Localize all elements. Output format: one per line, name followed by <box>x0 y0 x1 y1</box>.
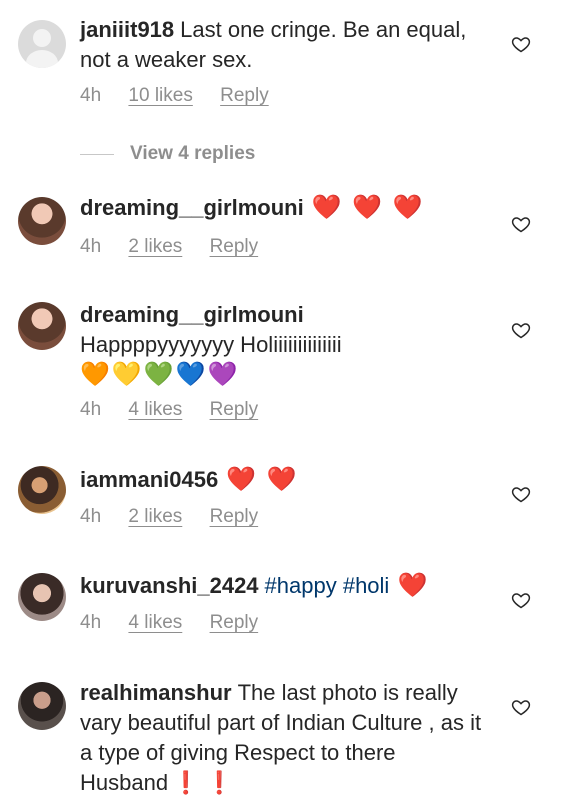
likes-link[interactable]: 4 likes <box>128 399 182 421</box>
reply-button[interactable]: Reply <box>220 85 269 107</box>
comment-username[interactable]: realhimanshur <box>80 680 232 705</box>
avatar[interactable] <box>18 197 66 245</box>
divider <box>80 153 114 155</box>
comment-body: ❤️ ❤️ <box>226 466 299 493</box>
comment-time: 4h <box>80 612 102 633</box>
comment-username[interactable]: kuruvanshi_2424 <box>80 573 259 598</box>
likes-link[interactable]: 2 likes <box>128 506 182 528</box>
heart-icon[interactable] <box>511 320 531 340</box>
comment-meta: 4h 10 likes Reply <box>80 85 291 109</box>
comment-body: ❤️ <box>397 572 430 599</box>
likes-link[interactable]: 4 likes <box>128 612 182 634</box>
reply-button[interactable]: Reply <box>210 399 259 421</box>
heart-icon[interactable] <box>511 214 531 234</box>
comment-text: kuruvanshi_2424 #happy #holi ❤️ <box>80 571 480 601</box>
comment-meta: 4h 2 likes Reply <box>80 506 280 530</box>
avatar[interactable] <box>18 466 66 514</box>
heart-icon[interactable] <box>511 484 531 504</box>
emoji-line: 🧡💛💚💙💜 <box>80 361 240 388</box>
comment-text: realhimanshur The last photo is really va… <box>80 678 490 798</box>
heart-icon[interactable] <box>511 697 531 717</box>
avatar[interactable] <box>18 302 66 350</box>
heart-icon[interactable] <box>511 34 531 54</box>
comment-meta: 4h 4 likes Reply <box>80 612 280 636</box>
comment-time: 4h <box>80 85 102 106</box>
avatar[interactable] <box>18 20 66 68</box>
reply-button[interactable]: Reply <box>210 236 259 258</box>
comment-meta: 4h 4 likes Reply <box>80 399 280 423</box>
likes-link[interactable]: 2 likes <box>128 236 182 258</box>
avatar[interactable] <box>18 573 66 621</box>
likes-link[interactable]: 10 likes <box>128 85 192 107</box>
comment-username[interactable]: iammani0456 <box>80 467 218 492</box>
comment-username[interactable]: dreaming__girlmouni <box>80 300 494 330</box>
comment-username[interactable]: dreaming__girlmouni <box>80 195 304 220</box>
comment-time: 4h <box>80 399 102 420</box>
comment-text: iammani0456 ❤️ ❤️ <box>80 465 480 495</box>
comment-text: janiiit918 Last one cringe. Be an equal, … <box>80 15 480 75</box>
comment-time: 4h <box>80 236 102 257</box>
view-replies-button[interactable]: View 4 replies <box>80 142 255 166</box>
reply-button[interactable]: Reply <box>210 612 259 634</box>
comment-username[interactable]: janiiit918 <box>80 17 174 42</box>
reply-button[interactable]: Reply <box>210 506 259 528</box>
view-replies-label: View 4 replies <box>130 143 256 164</box>
heart-icon[interactable] <box>511 590 531 610</box>
exclamation-icon: ❗ ❗ <box>172 770 233 795</box>
comment-time: 4h <box>80 506 102 527</box>
comment-text: dreaming__girlmouni Happppyyyyyyy Holiii… <box>80 300 500 390</box>
comment-meta: 4h 2 likes Reply <box>80 236 280 260</box>
hashtag-link[interactable]: #happy #holi <box>265 573 390 598</box>
comment-body: Happppyyyyyyy Holiiiiiiiiiiiiii <box>80 332 342 357</box>
comment-body: ❤️ ❤️ ❤️ <box>311 194 425 221</box>
avatar[interactable] <box>18 682 66 730</box>
comment-text: dreaming__girlmouni ❤️ ❤️ ❤️ <box>80 193 480 223</box>
